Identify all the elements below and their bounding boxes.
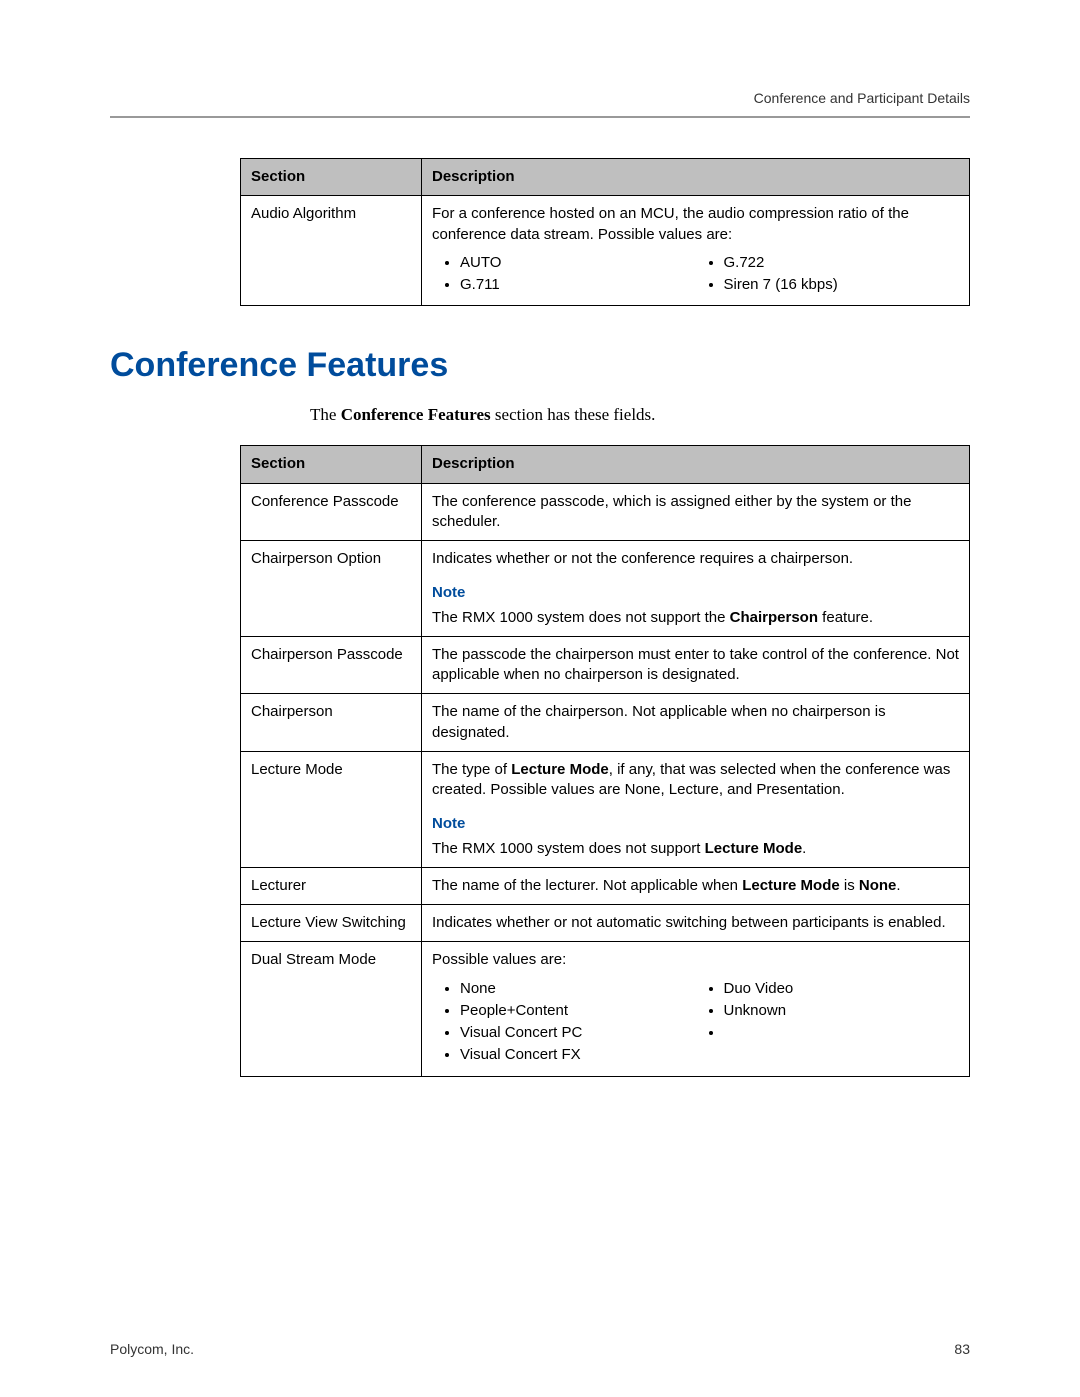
note-pre: The RMX 1000 system does not support	[432, 840, 705, 857]
desc-text: Indicates whether or not the conference …	[432, 549, 959, 569]
list-item: AUTO	[460, 253, 686, 273]
cell-section: Conference Passcode	[241, 483, 422, 541]
cell-section: Chairperson Option	[241, 541, 422, 637]
cell-description: Possible values are: None People+Content…	[422, 942, 970, 1076]
bullet-columns: AUTO G.711 G.722 Siren 7 (16 kbps)	[432, 251, 959, 298]
table-row: Dual Stream Mode Possible values are: No…	[241, 942, 970, 1076]
note-bold: Lecture Mode	[705, 840, 803, 857]
list-item: Visual Concert PC	[460, 1023, 686, 1043]
list-item: None	[460, 979, 686, 999]
table-row: Lecture View Switching Indicates whether…	[241, 905, 970, 942]
note-bold: Chairperson	[730, 609, 818, 626]
running-head: Conference and Participant Details	[110, 90, 970, 106]
th-section: Section	[241, 446, 422, 483]
intro-post: section has these fields.	[491, 405, 656, 424]
footer-company: Polycom, Inc.	[110, 1341, 194, 1357]
note-label: Note	[432, 814, 959, 834]
cell-description: The type of Lecture Mode, if any, that w…	[422, 751, 970, 867]
note-text: The RMX 1000 system does not support Lec…	[432, 840, 806, 857]
cell-description: The passcode the chairperson must enter …	[422, 636, 970, 694]
note-text: The RMX 1000 system does not support the…	[432, 609, 873, 626]
cell-description: For a conference hosted on an MCU, the a…	[422, 196, 970, 306]
bullet-columns: None People+Content Visual Concert PC Vi…	[432, 977, 959, 1068]
list-item: Visual Concert FX	[460, 1045, 686, 1065]
cell-section: Lecturer	[241, 867, 422, 904]
table-row: Chairperson Option Indicates whether or …	[241, 541, 970, 637]
list-item: Unknown	[724, 1001, 950, 1021]
intro-paragraph: The Conference Features section has thes…	[310, 405, 970, 425]
th-description: Description	[422, 446, 970, 483]
list-item: People+Content	[460, 1001, 686, 1021]
intro-pre: The	[310, 405, 341, 424]
list-item: G.722	[724, 253, 950, 273]
desc-text: For a conference hosted on an MCU, the a…	[432, 204, 959, 245]
desc-text: The type of Lecture Mode, if any, that w…	[432, 760, 959, 801]
desc-bold: Lecture Mode	[742, 877, 840, 894]
cell-section: Chairperson Passcode	[241, 636, 422, 694]
th-description: Description	[422, 159, 970, 196]
table-row: Lecturer The name of the lecturer. Not a…	[241, 867, 970, 904]
table-row: Conference Passcode The conference passc…	[241, 483, 970, 541]
desc-pre: The name of the lecturer. Not applicable…	[432, 877, 742, 894]
note-label: Note	[432, 583, 959, 603]
note-post: feature.	[818, 609, 873, 626]
conference-features-table: Section Description Conference Passcode …	[240, 445, 970, 1076]
cell-description: The name of the chairperson. Not applica…	[422, 694, 970, 752]
desc-pre: The type of	[432, 761, 511, 778]
cell-section: Audio Algorithm	[241, 196, 422, 306]
desc-bold: None	[859, 877, 897, 894]
list-item: G.711	[460, 275, 686, 295]
cell-description: Indicates whether or not automatic switc…	[422, 905, 970, 942]
desc-post: .	[896, 877, 900, 894]
cell-section: Lecture Mode	[241, 751, 422, 867]
audio-algorithm-table: Section Description Audio Algorithm For …	[240, 158, 970, 306]
footer-page-number: 83	[954, 1341, 970, 1357]
cell-section: Lecture View Switching	[241, 905, 422, 942]
header-rule	[110, 116, 970, 118]
cell-section: Chairperson	[241, 694, 422, 752]
th-section: Section	[241, 159, 422, 196]
table-row: Audio Algorithm For a conference hosted …	[241, 196, 970, 306]
cell-description: The name of the lecturer. Not applicable…	[422, 867, 970, 904]
table-row: Lecture Mode The type of Lecture Mode, i…	[241, 751, 970, 867]
desc-text: Possible values are:	[432, 950, 959, 970]
cell-description: The conference passcode, which is assign…	[422, 483, 970, 541]
list-item: Duo Video	[724, 979, 950, 999]
note-pre: The RMX 1000 system does not support the	[432, 609, 730, 626]
desc-mid: is	[840, 877, 859, 894]
list-item: Siren 7 (16 kbps)	[724, 275, 950, 295]
section-heading: Conference Features	[110, 346, 970, 385]
cell-section: Dual Stream Mode	[241, 942, 422, 1076]
cell-description: Indicates whether or not the conference …	[422, 541, 970, 637]
table-row: Chairperson The name of the chairperson.…	[241, 694, 970, 752]
list-item	[724, 1023, 950, 1043]
page-footer: Polycom, Inc. 83	[110, 1341, 970, 1357]
desc-bold: Lecture Mode	[511, 761, 609, 778]
document-page: Conference and Participant Details Secti…	[0, 0, 1080, 1397]
note-post: .	[802, 840, 806, 857]
intro-bold: Conference Features	[341, 405, 491, 424]
table-row: Chairperson Passcode The passcode the ch…	[241, 636, 970, 694]
